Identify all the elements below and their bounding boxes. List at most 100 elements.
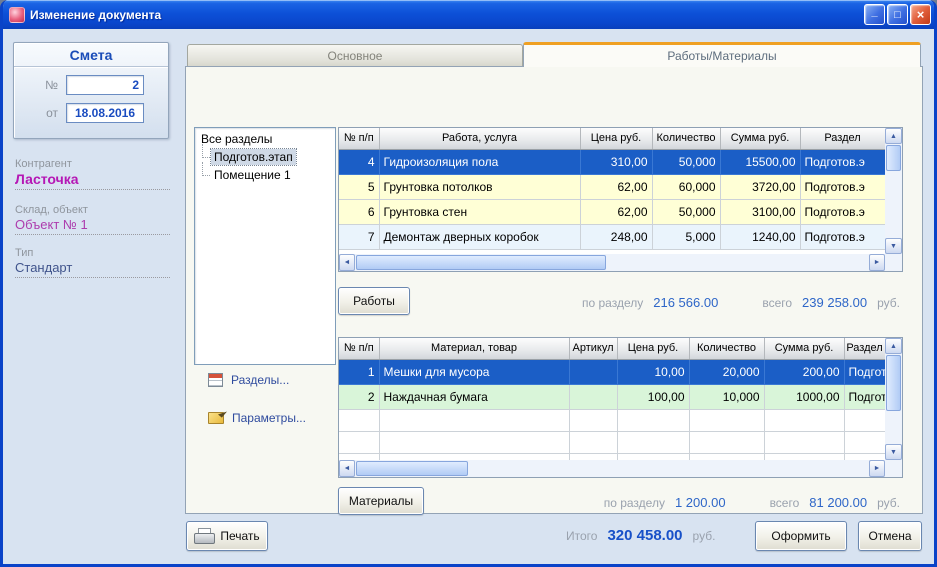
cell-empty[interactable] [339,409,380,432]
works-vertical-scrollbar[interactable]: ▲ ▼ [885,128,902,254]
tab-works-materials[interactable]: Работы/Материалы [523,42,921,67]
cell-qty[interactable]: 60,000 [652,174,721,200]
cell-name[interactable]: Демонтаж дверных коробок [379,224,581,250]
cell-qty[interactable]: 10,000 [689,384,765,410]
cell-empty[interactable] [689,453,765,460]
cell-sum[interactable]: 3720,00 [720,174,801,200]
works-horizontal-scrollbar[interactable]: ◄ ► [339,254,885,271]
cell-sum[interactable]: 1240,00 [720,224,801,250]
cell-empty[interactable] [844,453,885,460]
estimate-date-input[interactable] [66,103,144,123]
cell-empty[interactable] [379,409,570,432]
title-bar[interactable]: Изменение документа _ □ × [3,0,934,29]
table-row[interactable] [339,453,885,460]
sections-link[interactable]: Разделы... [208,373,289,387]
cell-empty[interactable] [339,453,380,460]
cell-empty[interactable] [617,431,690,454]
cell-price[interactable]: 100,00 [617,384,690,410]
cell-section[interactable]: Подгот [844,384,885,410]
minimize-button[interactable]: _ [864,4,885,25]
cell-empty[interactable] [379,453,570,460]
cell-qty[interactable]: 50,000 [652,199,721,225]
cell-empty[interactable] [569,431,618,454]
cell-name[interactable]: Грунтовка потолков [379,174,581,200]
col-header-qty[interactable]: Количество [652,128,721,150]
close-button[interactable]: × [910,4,931,25]
type-value[interactable]: Стандарт [15,260,170,278]
materials-vertical-scrollbar[interactable]: ▲ ▼ [885,338,902,460]
table-row[interactable]: 4 Гидроизоляция пола 310,00 50,000 15500… [339,149,885,175]
col-header-article[interactable]: Артикул [569,338,618,360]
materials-horizontal-scrollbar[interactable]: ◄ ► [339,460,885,477]
cell-section[interactable]: Подгот [844,359,885,385]
cell-num[interactable]: 2 [339,384,380,410]
works-button[interactable]: Работы [338,287,410,315]
cell-price[interactable]: 310,00 [580,149,653,175]
table-row[interactable]: 7 Демонтаж дверных коробок 248,00 5,000 … [339,224,885,250]
cell-price[interactable]: 62,00 [580,174,653,200]
cell-empty[interactable] [569,453,618,460]
scrollbar-thumb[interactable] [356,255,606,270]
cell-price[interactable]: 248,00 [580,224,653,250]
table-row[interactable]: 5 Грунтовка потолков 62,00 60,000 3720,0… [339,174,885,200]
tree-item-pomeschenie-1[interactable]: Помещение 1 [202,162,294,183]
cell-qty[interactable]: 5,000 [652,224,721,250]
cell-empty[interactable] [617,453,690,460]
col-header-section[interactable]: Раздел [800,128,885,150]
scrollbar-thumb[interactable] [886,145,901,171]
scroll-down-icon[interactable]: ▼ [885,238,902,254]
cell-num[interactable]: 6 [339,199,380,225]
submit-button[interactable]: Оформить [755,521,847,551]
col-header-material[interactable]: Материал, товар [379,338,570,360]
cell-article[interactable] [569,384,618,410]
cell-empty[interactable] [764,453,845,460]
cell-empty[interactable] [339,431,380,454]
cell-empty[interactable] [689,409,765,432]
cell-name[interactable]: Гидроизоляция пола [379,149,581,175]
cell-price[interactable]: 62,00 [580,199,653,225]
cell-section[interactable]: Подготов.э [800,174,885,200]
scrollbar-track[interactable] [885,172,902,238]
col-header-price[interactable]: Цена руб. [617,338,690,360]
scrollbar-track[interactable] [606,254,869,271]
col-header-qty[interactable]: Количество [689,338,765,360]
cell-num[interactable]: 7 [339,224,380,250]
cell-price[interactable]: 10,00 [617,359,690,385]
scroll-right-icon[interactable]: ► [869,254,885,271]
col-header-num[interactable]: № п/п [339,128,380,150]
scrollbar-thumb[interactable] [886,355,901,411]
table-row[interactable] [339,431,885,454]
cell-num[interactable]: 4 [339,149,380,175]
scrollbar-track[interactable] [885,412,902,444]
cell-section[interactable]: Подготов.э [800,224,885,250]
col-header-price[interactable]: Цена руб. [580,128,653,150]
cell-sum[interactable]: 15500,00 [720,149,801,175]
scroll-up-icon[interactable]: ▲ [885,338,902,354]
scroll-down-icon[interactable]: ▼ [885,444,902,460]
scrollbar-track[interactable] [468,460,869,477]
cell-section[interactable]: Подготов.э [800,149,885,175]
scrollbar-thumb[interactable] [356,461,468,476]
object-value[interactable]: Объект № 1 [15,217,170,235]
col-header-sum[interactable]: Сумма руб. [720,128,801,150]
materials-button[interactable]: Материалы [338,487,424,515]
table-row[interactable]: 2 Наждачная бумага 100,00 10,000 1000,00… [339,384,885,410]
cell-name[interactable]: Мешки для мусора [379,359,570,385]
cell-empty[interactable] [689,431,765,454]
estimate-number-input[interactable] [66,75,144,95]
cell-empty[interactable] [764,409,845,432]
col-header-sum[interactable]: Сумма руб. [764,338,845,360]
cell-section[interactable]: Подготов.э [800,199,885,225]
parameters-link[interactable]: Параметры... [208,411,306,425]
table-row[interactable]: 1 Мешки для мусора 10,00 20,000 200,00 П… [339,359,885,385]
cell-empty[interactable] [844,409,885,432]
cell-empty[interactable] [764,431,845,454]
tab-main[interactable]: Основное [187,44,523,66]
scroll-left-icon[interactable]: ◄ [339,254,355,271]
col-header-work[interactable]: Работа, услуга [379,128,581,150]
cell-sum[interactable]: 3100,00 [720,199,801,225]
cell-num[interactable]: 1 [339,359,380,385]
maximize-button[interactable]: □ [887,4,908,25]
col-header-section[interactable]: Раздел [844,338,885,360]
cell-num[interactable]: 5 [339,174,380,200]
